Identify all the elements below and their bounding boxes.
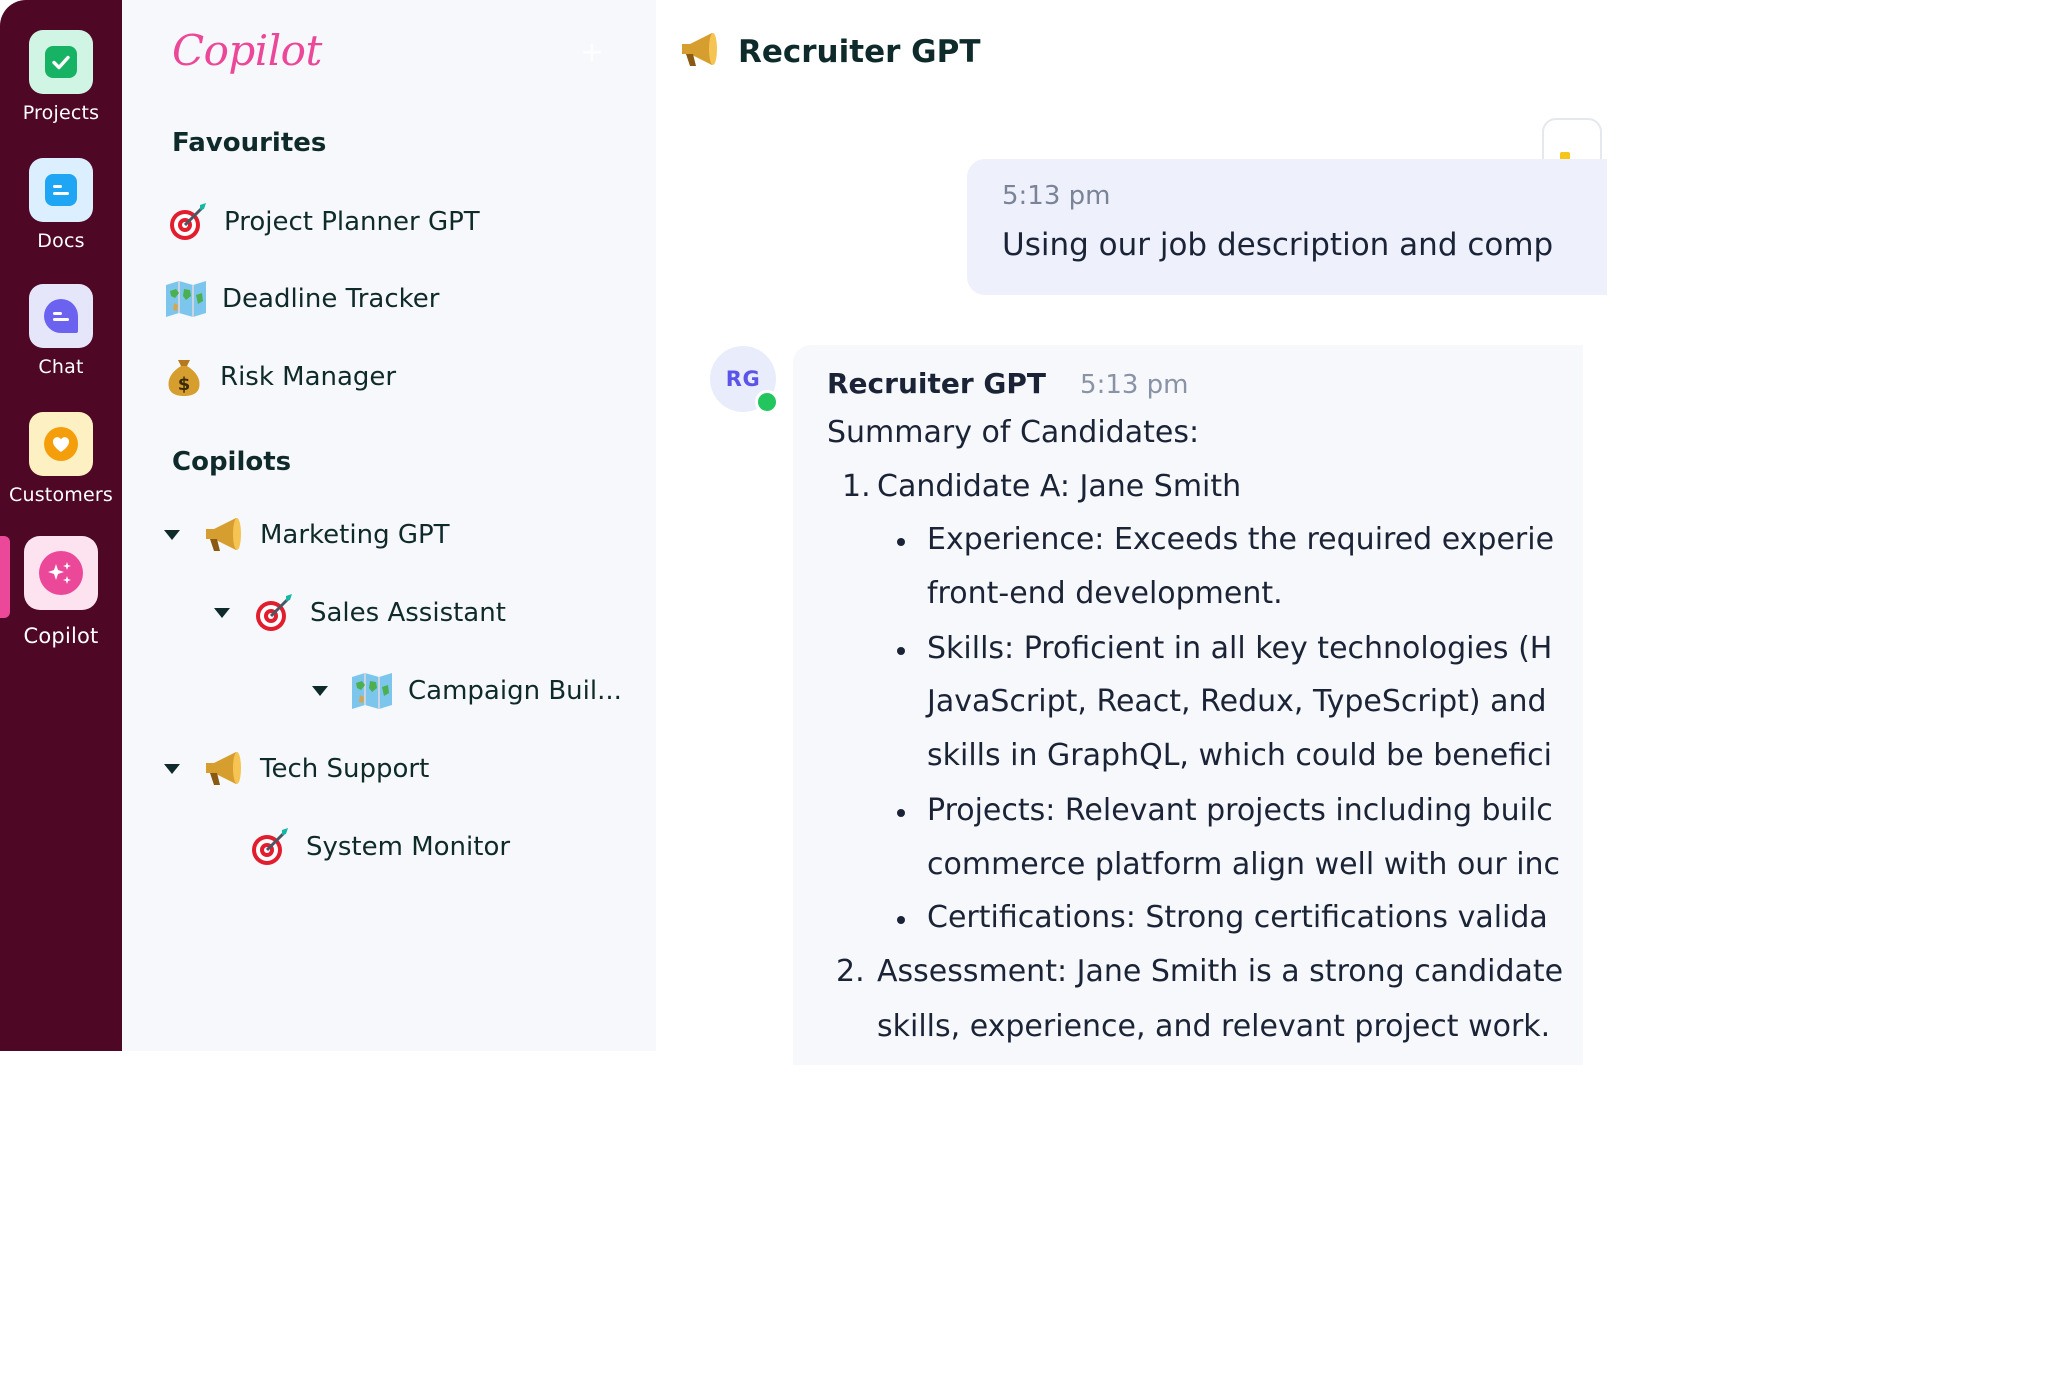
bot-message-header: Recruiter GPT 5:13 pm <box>827 367 1189 400</box>
app-rail: Projects Docs Chat Customers Copilot <box>0 0 122 1051</box>
plus-icon[interactable]: + <box>578 38 606 66</box>
copilot-item-sales-assistant[interactable]: Sales Assistant <box>214 591 506 635</box>
favourites-heading: Favourites <box>172 128 327 158</box>
world-map-icon <box>164 277 208 321</box>
bullet-text: Experience: Exceeds the required experie <box>927 522 1555 557</box>
target-dart-icon <box>248 825 292 869</box>
rail-item-copilot[interactable]: Copilot <box>0 536 122 648</box>
rail-item-chat[interactable]: Chat <box>0 284 122 378</box>
sparkles-icon <box>24 536 98 610</box>
heart-icon <box>29 412 93 476</box>
message-timestamp: 5:13 pm <box>1080 370 1189 400</box>
chevron-down-icon[interactable] <box>164 530 180 540</box>
doc-lines-icon <box>29 158 93 222</box>
rail-label: Copilot <box>23 624 99 648</box>
bullet-text: skills in GraphQL, which could be benefi… <box>927 738 1552 773</box>
rail-item-customers[interactable]: Customers <box>0 412 122 506</box>
megaphone-icon <box>678 30 722 74</box>
chevron-down-icon[interactable] <box>164 764 180 774</box>
favourite-label: Risk Manager <box>220 362 397 392</box>
bullet-text: Certifications: Strong certifications va… <box>927 900 1548 935</box>
copilot-item-marketing-gpt[interactable]: Marketing GPT <box>164 513 450 557</box>
chevron-down-icon[interactable] <box>312 686 328 696</box>
bullet-dot <box>897 647 905 655</box>
bullet-text: JavaScript, React, Redux, TypeScript) an… <box>927 684 1547 719</box>
copilot-item-campaign-builder[interactable]: Campaign Buil... <box>312 669 622 713</box>
rail-label: Projects <box>22 102 100 124</box>
target-dart-icon <box>166 200 210 244</box>
megaphone-icon <box>202 747 246 791</box>
favourite-label: Project Planner GPT <box>224 207 480 237</box>
bot-message: Recruiter GPT 5:13 pm Summary of Candida… <box>793 345 1583 1065</box>
copilot-item-tech-support[interactable]: Tech Support <box>164 747 429 791</box>
chat-header: Recruiter GPT <box>678 30 981 74</box>
message-timestamp: 5:13 pm <box>1002 181 1111 211</box>
chevron-down-icon[interactable] <box>214 608 230 618</box>
copilot-label: Campaign Buil... <box>408 676 622 706</box>
bullet-text: Skills: Proficient in all key technologi… <box>927 631 1553 666</box>
money-bag-icon: $ <box>162 355 206 399</box>
favourite-item-deadline-tracker[interactable]: Deadline Tracker <box>164 277 439 321</box>
rail-item-docs[interactable]: Docs <box>0 158 122 252</box>
favourite-item-project-planner[interactable]: Project Planner GPT <box>166 200 480 244</box>
chat-title: Recruiter GPT <box>738 34 981 70</box>
summary-intro: Summary of Candidates: <box>827 415 1200 450</box>
copilot-label: Tech Support <box>260 754 430 784</box>
list-number: 1. <box>842 469 871 504</box>
svg-text:$: $ <box>178 374 191 395</box>
copilot-sidebar: Copilot + Favourites Project Planner GPT… <box>122 0 656 1051</box>
favourite-label: Deadline Tracker <box>222 284 440 314</box>
rail-item-projects[interactable]: Projects <box>0 30 122 124</box>
rail-label: Chat <box>38 356 84 378</box>
megaphone-icon <box>202 513 246 557</box>
brand-logo: Copilot <box>172 26 322 75</box>
list-item-title: Candidate A: Jane Smith <box>877 469 1242 504</box>
list-item-text: skills, experience, and relevant project… <box>877 1009 1551 1044</box>
message-text: Using our job description and comp <box>1002 227 1554 263</box>
rail-label: Customers <box>9 484 113 506</box>
copilot-label: Sales Assistant <box>310 598 506 628</box>
copilots-heading: Copilots <box>172 447 292 477</box>
bullet-dot <box>897 916 905 924</box>
bullet-dot <box>897 809 905 817</box>
favourite-item-risk-manager[interactable]: $ Risk Manager <box>162 355 396 399</box>
rail-label: Docs <box>37 230 85 252</box>
check-square-icon <box>29 30 93 94</box>
list-number: 2. <box>836 954 865 989</box>
chat-bubble-icon <box>29 284 93 348</box>
copilot-item-system-monitor[interactable]: System Monitor <box>248 825 510 869</box>
target-dart-icon <box>252 591 296 635</box>
world-map-icon <box>350 669 394 713</box>
chat-panel: Recruiter GPT 5:13 pm Using our job desc… <box>656 0 1607 1065</box>
online-status-badge <box>755 390 779 414</box>
list-item-text: Assessment: Jane Smith is a strong candi… <box>877 954 1564 989</box>
bullet-text: front-end development. <box>927 576 1283 611</box>
message-author: Recruiter GPT <box>827 367 1047 400</box>
bullet-text: Projects: Relevant projects including bu… <box>927 793 1553 828</box>
copilot-label: Marketing GPT <box>260 520 450 550</box>
bullet-text: commerce platform align well with our in… <box>927 847 1561 882</box>
user-message: 5:13 pm Using our job description and co… <box>967 159 1607 295</box>
copilot-label: System Monitor <box>306 832 511 862</box>
bullet-dot <box>897 538 905 546</box>
